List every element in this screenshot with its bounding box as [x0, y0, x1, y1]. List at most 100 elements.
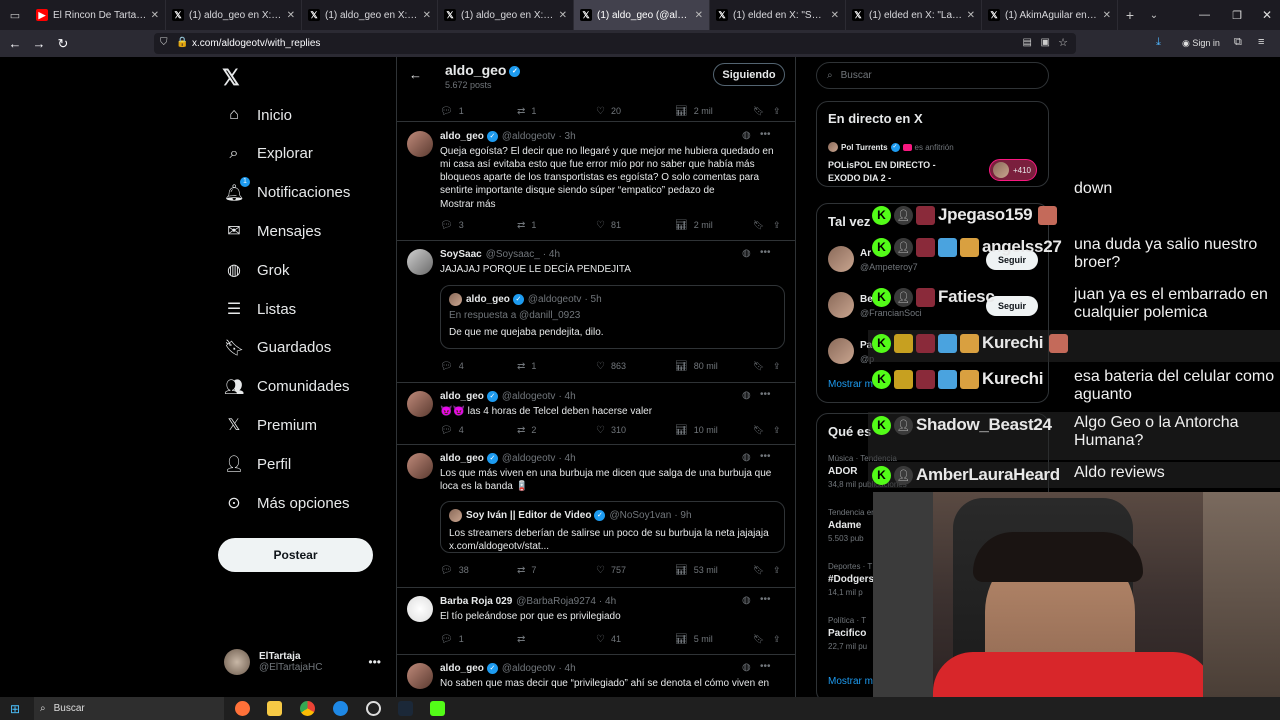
maximize-icon[interactable]: ❐ — [1232, 9, 1242, 22]
grok-icon[interactable]: ◍ — [742, 662, 751, 673]
post-item[interactable]: aldo_geo ✓ @aldogeotv · 3h ◍ ••• Queja egoísta… — [397, 123, 795, 241]
reposts-count[interactable]: ⇄ 7 — [517, 563, 536, 577]
author-name[interactable]: aldo_geo — [440, 453, 484, 464]
post-item[interactable]: aldo_geo ✓ @aldogeotv · 4h ◍ ••• Los que más v… — [397, 445, 795, 588]
grok-icon[interactable]: ◍ — [742, 390, 751, 401]
browser-tab[interactable]: 𝕏 (1) AkimAguilar en X: "Tan ✕ — [982, 0, 1118, 30]
views-count[interactable]: 📊︎ 2 mil — [675, 218, 713, 232]
browser-tab[interactable]: 𝕏 (1) aldo_geo en X: "Y se las ✕ — [166, 0, 302, 30]
close-window-icon[interactable]: ✕ — [1262, 8, 1272, 22]
replies-count[interactable]: 💬︎ 4 — [440, 359, 464, 373]
more-icon[interactable]: ••• — [760, 129, 771, 140]
browser-tab[interactable]: 𝕏 (1) aldo_geo (@aldogeotv) ✕ — [574, 0, 710, 30]
nav-item-comunidades[interactable]: 👥︎ Comunidades — [224, 372, 350, 402]
author-name[interactable]: aldo_geo — [440, 131, 484, 142]
minimize-icon[interactable]: — — [1199, 9, 1210, 21]
author-name[interactable]: aldo_geo — [440, 663, 484, 674]
replies-count[interactable]: 💬︎ 3 — [440, 218, 464, 232]
reposts-count[interactable]: ⇄ 1 — [517, 104, 536, 118]
back-icon[interactable]: ← — [3, 36, 27, 51]
likes-count[interactable]: ♡ 863 — [596, 359, 626, 373]
tab-close-icon[interactable]: ✕ — [831, 10, 839, 21]
edge-icon[interactable] — [333, 701, 348, 716]
views-count[interactable]: 📊︎ 53 mil — [675, 563, 718, 577]
replies-count[interactable]: 💬︎ 1 — [440, 104, 464, 118]
avatar[interactable] — [407, 663, 433, 689]
nav-item-premium[interactable]: 𝕏 Premium — [224, 410, 317, 440]
reposts-count[interactable]: ⇄ 1 — [517, 218, 536, 232]
back-arrow-icon[interactable]: ← — [409, 67, 422, 82]
more-icon[interactable]: ••• — [368, 655, 381, 669]
download-icon[interactable]: ⤓ — [1156, 36, 1161, 49]
post-item[interactable]: aldo_geo ✓ @aldogeotv · 4h ◍ ••• 😈😈 las 4 hora… — [397, 383, 795, 445]
reload-icon[interactable]: ↻ — [51, 36, 75, 52]
menu-icon[interactable]: ≡ — [1258, 36, 1264, 48]
share-icon[interactable]: ⇪ — [773, 359, 781, 373]
nav-item-más-opciones[interactable]: ⊙ Más opciones — [224, 488, 349, 518]
tab-overflow-icon[interactable]: ⌄ — [1142, 10, 1166, 21]
nav-item-explorar[interactable]: ⌕ Explorar — [224, 139, 313, 169]
share-icon[interactable]: ⇪ — [773, 563, 781, 577]
sign-in-button[interactable]: ◉ Sign in — [1182, 38, 1220, 49]
grok-icon[interactable]: ◍ — [742, 248, 751, 259]
more-icon[interactable]: ••• — [760, 389, 771, 400]
browser-tab[interactable]: ▶ El Rincon De Tartaja - YouT ✕ — [30, 0, 166, 30]
new-tab-icon[interactable]: + — [1118, 7, 1142, 23]
tab-close-icon[interactable]: ✕ — [287, 10, 295, 21]
reposts-count[interactable]: ⇄ 2 — [517, 423, 536, 437]
share-icon[interactable]: ⇪ — [773, 632, 781, 646]
post-button[interactable]: Postear — [218, 538, 373, 572]
browser-tab[interactable]: 𝕏 (1) elded en X: "La neta si s ✕ — [846, 0, 982, 30]
avatar[interactable] — [407, 453, 433, 479]
quoted-post[interactable]: aldo_geo ✓ @aldogeotv · 5h En respuesta a @d… — [440, 285, 785, 349]
avatar[interactable] — [407, 131, 433, 157]
post-item[interactable]: aldo_geo ✓ @aldogeotv · 4h ◍ ••• No saben que … — [397, 655, 795, 697]
pip-icon[interactable]: ▣ — [1041, 37, 1050, 48]
tab-close-icon[interactable]: ✕ — [1103, 10, 1111, 21]
grok-icon[interactable]: ◍ — [742, 452, 751, 463]
avatar[interactable] — [407, 249, 433, 275]
post-item[interactable]: SoySaac @Soysaac_ · 4h ◍ ••• JAJAJAJ PORQUE L… — [397, 241, 795, 383]
nav-item-listas[interactable]: ☰ Listas — [224, 294, 296, 324]
trends-show-more[interactable]: Mostrar m — [828, 676, 873, 687]
share-icon[interactable]: ⇪ — [773, 423, 781, 437]
likes-count[interactable]: ♡ 20 — [596, 104, 621, 118]
share-icon[interactable]: ⇪ — [773, 104, 781, 118]
obs-icon[interactable] — [366, 701, 381, 716]
show-more-link[interactable]: Mostrar más — [440, 198, 780, 211]
bookmark-icon[interactable]: 🔖︎ — [753, 423, 764, 437]
bookmark-icon[interactable]: 🔖︎ — [753, 218, 764, 232]
grok-icon[interactable]: ◍ — [742, 595, 751, 606]
quoted-post[interactable]: Soy Iván || Editor de Video ✓ @NoSoy1van · … — [440, 501, 785, 553]
nav-item-guardados[interactable]: 🔖︎ Guardados — [224, 333, 331, 363]
more-icon[interactable]: ••• — [760, 661, 771, 672]
author-name[interactable]: Barba Roja 029 — [440, 596, 512, 607]
nav-item-notificaciones[interactable]: 🔔︎ 1 Notificaciones — [224, 176, 350, 208]
views-count[interactable]: 📊︎ 80 mil — [675, 359, 718, 373]
browser-tab[interactable]: 𝕏 (1) aldo_geo en X: "Tengo ✕ — [438, 0, 574, 30]
reposts-count[interactable]: ⇄ — [517, 632, 531, 646]
nav-item-perfil[interactable]: 👤︎ Perfil — [224, 449, 291, 479]
following-button[interactable]: Siguiendo — [713, 63, 785, 86]
reader-icon[interactable]: ▤ — [1023, 37, 1032, 48]
replies-count[interactable]: 💬︎ 4 — [440, 423, 464, 437]
author-name[interactable]: aldo_geo — [440, 391, 484, 402]
likes-count[interactable]: ♡ 81 — [596, 218, 621, 232]
url-bar[interactable]: ⛉ 🔒 x.com/aldogeotv/with_replies ▤ ▣ ☆ — [154, 33, 1076, 54]
nav-item-grok[interactable]: ◍ Grok — [224, 255, 290, 285]
share-icon[interactable]: ⇪ — [773, 218, 781, 232]
extensions-icon[interactable]: ⧉ — [1234, 36, 1242, 49]
search-input[interactable]: ⌕ Buscar — [816, 62, 1049, 89]
firefox-icon[interactable] — [235, 701, 250, 716]
views-count[interactable]: 📊︎ 10 mil — [675, 423, 718, 437]
more-icon[interactable]: ••• — [760, 247, 771, 258]
reposts-count[interactable]: ⇄ 1 — [517, 359, 536, 373]
tab-list-icon[interactable]: ▭ — [0, 9, 30, 22]
star-icon[interactable]: ☆ — [1058, 36, 1068, 49]
more-icon[interactable]: ••• — [760, 594, 771, 605]
browser-tab[interactable]: 𝕏 (1) elded en X: "Sobre Aldo ✕ — [710, 0, 846, 30]
avatar[interactable] — [407, 596, 433, 622]
author-name[interactable]: SoySaac — [440, 249, 482, 260]
tab-close-icon[interactable]: ✕ — [151, 10, 159, 21]
post-item[interactable]: Barba Roja 029 @BarbaRoja9274 · 4h ◍ ••• El t… — [397, 588, 795, 655]
